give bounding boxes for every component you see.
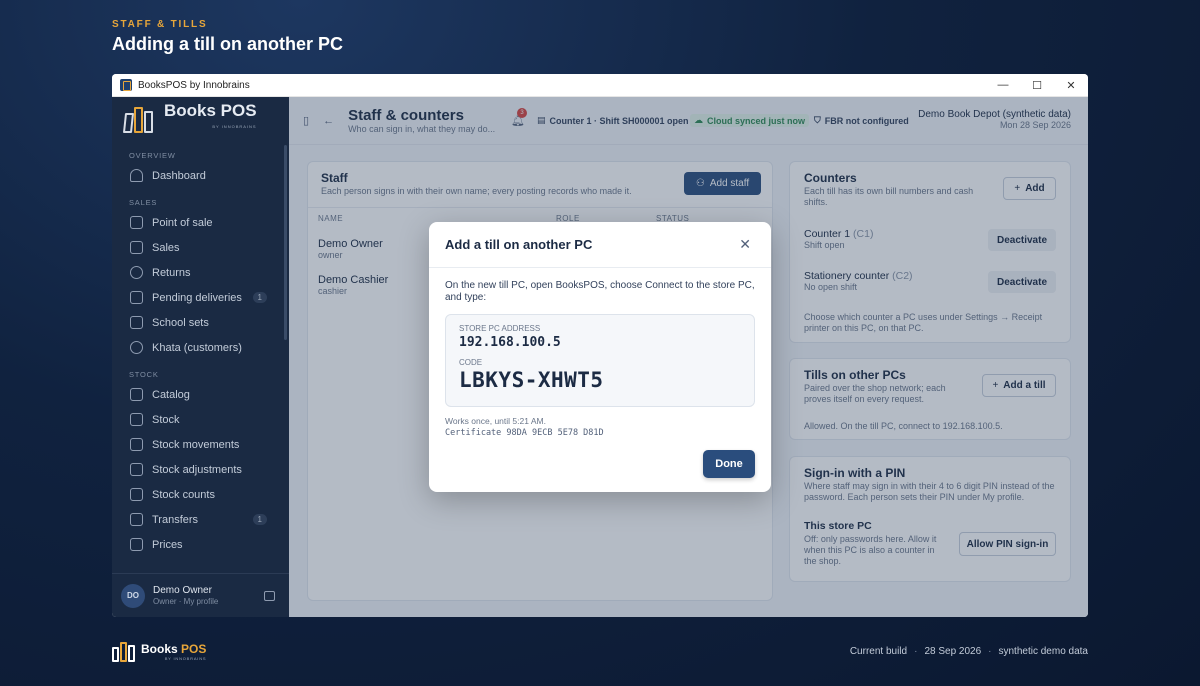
- sidebar-item-label: Pending deliveries: [152, 291, 242, 304]
- sidebar-item-label: Stock: [152, 413, 180, 426]
- sidebar-item-label: Stock movements: [152, 438, 240, 451]
- sidebar-item-label: Point of sale: [152, 216, 213, 229]
- modal-title: Add a till on another PC: [445, 237, 593, 252]
- minimize-button[interactable]: —: [986, 74, 1020, 97]
- footer-logo-sub: BY INNOBRAINS: [164, 655, 207, 661]
- modal-instructions: On the new till PC, open BooksPOS, choos…: [445, 280, 755, 303]
- window-title: BooksPOS by Innobrains: [138, 79, 250, 91]
- app-icon: [120, 79, 132, 91]
- store-pc-address: 192.168.100.5: [459, 335, 561, 350]
- hero-title: Adding a till on another PC: [112, 34, 343, 54]
- footer-logo: Books POS BY INNOBRAINS: [112, 640, 206, 662]
- avatar: DO: [121, 583, 145, 608]
- sliders-icon: [130, 463, 143, 476]
- certificate-label: Certificate: [445, 428, 502, 438]
- window-titlebar: BooksPOS by Innobrains — ☐ ✕: [112, 74, 1088, 97]
- truck-icon: [130, 513, 143, 526]
- hero-eyebrow: STAFF & TILLS: [112, 19, 208, 30]
- done-button[interactable]: Done: [703, 450, 755, 478]
- user-name: Demo Owner: [153, 585, 212, 596]
- separator: ·: [988, 646, 992, 657]
- tag-icon: [130, 538, 143, 551]
- return-icon: [130, 266, 143, 279]
- certificate-fingerprint: 98DA 9ECB 5E78 D81D: [506, 428, 604, 438]
- sidebar: Books POS BY INNOBRAINS OVERVIEW Dashboar…: [112, 97, 289, 617]
- sidebar-item-transfers[interactable]: Transfers 1: [112, 507, 289, 532]
- sidebar-item-label: School sets: [152, 316, 209, 329]
- clipboard-icon: [130, 488, 143, 501]
- book-icon: [130, 388, 143, 401]
- backpack-icon: [130, 316, 143, 329]
- build-date: 28 Sep 2026: [924, 646, 982, 657]
- window-close-button[interactable]: ✕: [1054, 74, 1088, 97]
- user-role: Owner: [153, 597, 177, 606]
- dashboard-icon: [130, 169, 143, 182]
- user-panel[interactable]: DO Demo Owner Owner · My profile: [112, 573, 289, 617]
- sidebar-item-label: Stock adjustments: [152, 463, 242, 476]
- code-label: CODE: [459, 358, 483, 367]
- footer-logo-books: Books: [141, 641, 178, 656]
- sidebar-item-label: Khata (customers): [152, 341, 242, 354]
- separator: ·: [914, 646, 918, 657]
- logo-sub: BY INNOBRAINS: [212, 124, 257, 129]
- sidebar-item-dashboard[interactable]: Dashboard: [112, 163, 289, 188]
- sidebar-item-label: Prices: [152, 538, 183, 551]
- sidebar-item-sales[interactable]: Sales: [112, 235, 289, 260]
- users-icon: [130, 341, 143, 354]
- add-till-modal: Add a till on another PC ✕ On the new ti…: [429, 222, 771, 492]
- build-info: Current build · 28 Sep 2026 · synthetic …: [850, 646, 1088, 657]
- logo-text: Books POS: [164, 101, 257, 120]
- pos-icon: [130, 216, 143, 229]
- section-sales: SALES: [129, 198, 158, 207]
- sidebar-item-stock-movements[interactable]: Stock movements: [112, 432, 289, 457]
- sidebar-item-stock-adjustments[interactable]: Stock adjustments: [112, 457, 289, 482]
- build-label: Current build: [849, 646, 908, 657]
- expiry-note: Works once, until 5:21 AM.: [445, 416, 546, 426]
- modal-header: Add a till on another PC ✕: [429, 222, 771, 268]
- sidebar-item-label: Stock counts: [152, 488, 215, 501]
- arrows-icon: [130, 438, 143, 451]
- sidebar-item-label: Sales: [152, 241, 180, 254]
- books-logo-icon: [122, 105, 160, 133]
- sidebar-item-catalog[interactable]: Catalog: [112, 382, 289, 407]
- build-note: synthetic demo data: [998, 646, 1089, 657]
- sidebar-item-label: Catalog: [152, 388, 190, 401]
- sidebar-item-school-sets[interactable]: School sets: [112, 310, 289, 335]
- close-icon[interactable]: ✕: [739, 236, 751, 253]
- sidebar-item-khata[interactable]: Khata (customers): [112, 335, 289, 360]
- pairing-code: LBKYS-XHWT5: [459, 368, 604, 392]
- sidebar-item-label: Transfers: [152, 513, 199, 526]
- sidebar-item-pending-deliveries[interactable]: Pending deliveries 1: [112, 285, 289, 310]
- sidebar-item-label: Returns: [152, 266, 191, 279]
- footer-logo-pos: POS: [181, 641, 207, 656]
- sidebar-item-prices[interactable]: Prices: [112, 532, 289, 557]
- sidebar-item-stock[interactable]: Stock: [112, 407, 289, 432]
- my-profile-link[interactable]: My profile: [184, 597, 219, 606]
- sidebar-logo: Books POS BY INNOBRAINS: [112, 97, 289, 133]
- section-stock: STOCK: [129, 370, 159, 379]
- maximize-button[interactable]: ☐: [1020, 74, 1054, 97]
- sidebar-item-label: Dashboard: [152, 169, 206, 182]
- books-logo-icon: [112, 640, 138, 662]
- hourglass-icon: [130, 291, 143, 304]
- sidebar-item-point-of-sale[interactable]: Point of sale: [112, 210, 289, 235]
- pairing-code-box: STORE PC ADDRESS 192.168.100.5 CODE LBKY…: [445, 314, 755, 407]
- count-badge: 1: [252, 514, 267, 525]
- user-sep: ·: [176, 597, 184, 606]
- sidebar-item-stock-counts[interactable]: Stock counts: [112, 482, 289, 507]
- section-overview: OVERVIEW: [129, 151, 176, 160]
- logout-icon[interactable]: [264, 590, 275, 601]
- address-label: STORE PC ADDRESS: [459, 324, 541, 333]
- sidebar-item-returns[interactable]: Returns: [112, 260, 289, 285]
- receipt-icon: [130, 241, 143, 254]
- box-icon: [130, 413, 143, 426]
- count-badge: 1: [252, 292, 267, 303]
